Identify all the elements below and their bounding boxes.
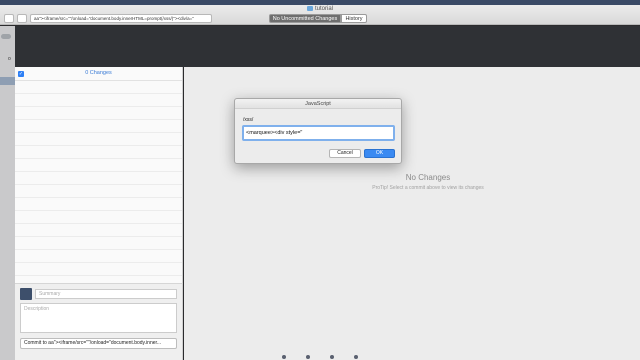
sidebar-toggle[interactable] bbox=[1, 34, 11, 39]
description-input[interactable]: Description bbox=[20, 303, 177, 333]
ok-button[interactable]: OK bbox=[364, 149, 395, 158]
list-item bbox=[15, 198, 182, 211]
window-title-text: tutorial bbox=[314, 6, 333, 13]
dialog-prompt-text: /xss/ bbox=[243, 117, 254, 123]
repository-sidebar: o bbox=[0, 26, 15, 360]
javascript-prompt-dialog: JavaScript /xss/ <marquee><div style=" C… bbox=[234, 98, 402, 164]
changes-list-pane: ✓ 0 Changes bbox=[15, 67, 183, 283]
empty-state-title: No Changes bbox=[405, 173, 451, 182]
list-item bbox=[15, 263, 182, 276]
title-bar: tutorial aa"><iframe/src=""/onload="docu… bbox=[0, 5, 640, 25]
dock-dot bbox=[330, 355, 334, 359]
list-item bbox=[15, 224, 182, 237]
dock-dot bbox=[282, 355, 286, 359]
toggle-sidebar-button[interactable] bbox=[4, 14, 14, 23]
list-item bbox=[15, 172, 182, 185]
list-item bbox=[15, 146, 182, 159]
commit-button[interactable]: Commit to aa"><iframe/src=""/onload="doc… bbox=[20, 338, 177, 349]
commit-pane: Summary Description Commit to aa"><ifram… bbox=[15, 283, 183, 360]
list-item bbox=[15, 237, 182, 250]
list-item bbox=[15, 120, 182, 133]
dialog-title: JavaScript bbox=[235, 99, 401, 109]
list-item bbox=[15, 250, 182, 263]
branch-select[interactable]: aa"><iframe/src=""/onload="document.body… bbox=[30, 14, 212, 23]
cancel-button[interactable]: Cancel bbox=[329, 149, 361, 158]
list-item bbox=[15, 107, 182, 120]
avatar bbox=[20, 288, 32, 300]
dock-dot bbox=[306, 355, 310, 359]
summary-input[interactable]: Summary bbox=[35, 289, 177, 299]
tab-history[interactable]: History bbox=[341, 14, 367, 23]
list-item bbox=[15, 185, 182, 198]
window-title: tutorial bbox=[0, 6, 640, 12]
list-item bbox=[15, 133, 182, 146]
header-band bbox=[15, 26, 640, 67]
list-item bbox=[15, 159, 182, 172]
branch-icon[interactable] bbox=[17, 14, 27, 23]
tab-changes[interactable]: No Uncommitted Changes bbox=[269, 14, 341, 23]
dock-dot bbox=[354, 355, 358, 359]
list-item bbox=[15, 94, 182, 107]
branch-name: aa"><iframe/src=""/onload="document.body… bbox=[34, 16, 194, 21]
changes-count: 0 Changes bbox=[85, 70, 112, 76]
folder-icon bbox=[306, 6, 313, 11]
dialog-input[interactable]: <marquee><div style=" bbox=[242, 125, 395, 141]
empty-state-tip: ProTip! Select a commit above to view it… bbox=[372, 185, 484, 191]
sidebar-selected-repo[interactable] bbox=[0, 77, 15, 85]
list-item bbox=[15, 211, 182, 224]
dock-indicators bbox=[270, 353, 370, 360]
changes-list-header: ✓ 0 Changes bbox=[15, 67, 182, 81]
list-item bbox=[15, 81, 182, 94]
sidebar-letter: o bbox=[8, 56, 11, 62]
